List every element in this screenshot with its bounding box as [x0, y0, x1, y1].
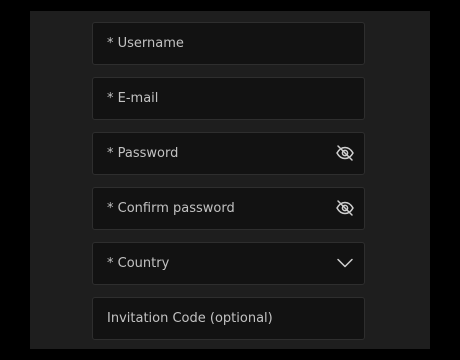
chevron-down-icon [335, 253, 355, 273]
username-placeholder: * Username [107, 36, 184, 51]
eye-off-icon[interactable] [335, 143, 355, 163]
country-placeholder: * Country [107, 256, 170, 271]
confirm-password-placeholder: * Confirm password [107, 201, 235, 216]
invitation-code-placeholder: Invitation Code (optional) [107, 311, 273, 326]
invitation-code-field[interactable]: Invitation Code (optional) [92, 297, 365, 340]
registration-panel: * Username * E-mail * Password * Confirm… [30, 11, 430, 349]
registration-form: * Username * E-mail * Password * Confirm… [92, 22, 365, 349]
eye-off-icon[interactable] [335, 198, 355, 218]
email-placeholder: * E-mail [107, 91, 159, 106]
username-field[interactable]: * Username [92, 22, 365, 65]
password-field[interactable]: * Password [92, 132, 365, 175]
email-field[interactable]: * E-mail [92, 77, 365, 120]
password-placeholder: * Password [107, 146, 179, 161]
country-select[interactable]: * Country [92, 242, 365, 285]
confirm-password-field[interactable]: * Confirm password [92, 187, 365, 230]
